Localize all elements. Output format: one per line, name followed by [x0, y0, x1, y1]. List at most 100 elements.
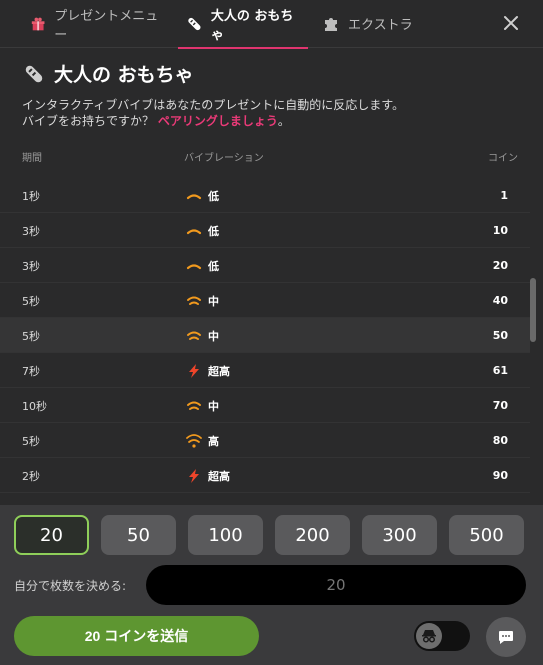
table-row[interactable]: 3秒 低 10 [0, 213, 530, 248]
row-vibration: 低 [186, 248, 219, 283]
tab-adult-toys[interactable]: 大人の おもちゃ [178, 0, 308, 49]
custom-amount-input[interactable] [146, 565, 526, 605]
description: インタラクティブバイブはあなたのプレゼントに自動的に反応します。 バイブをお持ち… [22, 97, 523, 129]
row-duration: 5秒 [22, 294, 40, 308]
lightning-icon [189, 363, 199, 378]
custom-amount-label: 自分で枚数を決める: [14, 578, 127, 593]
chat-button[interactable] [486, 617, 526, 657]
table-row[interactable]: 3秒 低 20 [0, 248, 530, 283]
tab-gift-menu-label: プレゼントメニュー [54, 8, 159, 43]
amount-option[interactable]: 20 [14, 515, 89, 555]
table-header: 期間 バイブレーション コイン [0, 140, 530, 170]
toggle-knob [416, 623, 442, 649]
header-coins: コイン [488, 153, 518, 164]
tab-extra[interactable]: エクストラ [318, 0, 458, 48]
tab-bar: プレゼントメニュー 大人の おもちゃ エクストラ [0, 0, 543, 49]
row-duration: 7秒 [22, 364, 40, 378]
medium-wave-icon [187, 331, 201, 340]
close-icon [504, 16, 518, 30]
low-wave-icon [186, 193, 202, 199]
chat-icon [499, 631, 513, 644]
row-vibration-level: 低 [208, 259, 219, 273]
incognito-icon [422, 630, 436, 643]
amount-options: 20 50 100 200 300 500 [14, 515, 536, 555]
row-vibration: 低 [186, 178, 219, 213]
gift-box-icon [31, 17, 45, 30]
title-row: 大人の おもちゃ [22, 60, 523, 87]
row-vibration-level: 低 [208, 224, 219, 238]
row-coins: 90 [492, 469, 508, 482]
medium-wave-icon [187, 296, 201, 305]
row-duration: 2秒 [22, 469, 40, 483]
row-vibration-level: 中 [208, 399, 219, 413]
header-duration: 期間 [22, 153, 42, 164]
row-coins: 80 [492, 434, 508, 447]
amount-option[interactable]: 500 [449, 515, 524, 555]
row-vibration: 低 [186, 213, 219, 248]
amount-option[interactable]: 100 [188, 515, 263, 555]
custom-amount-row: 自分で枚数を決める: [14, 565, 526, 605]
header: 大人の おもちゃ インタラクティブバイブはあなたのプレゼントに自動的に反応します… [22, 60, 523, 129]
table-body: 1秒低 1 3秒低 10 3秒低 20 5秒中 40 5秒中 50 7秒 超高 61 10秒中 70 5秒高 8… [0, 178, 530, 504]
row-vibration: 中 [186, 388, 219, 423]
row-coins: 40 [492, 294, 508, 307]
amount-option[interactable]: 200 [275, 515, 350, 555]
row-vibration: 中 [186, 318, 219, 353]
puzzle-piece-icon [325, 17, 337, 31]
row-vibration-level: 高 [208, 434, 219, 448]
description-line-1: インタラクティブバイブはあなたのプレゼントに自動的に反応します。 [22, 98, 405, 112]
scrollbar[interactable] [530, 178, 536, 504]
row-duration: 3秒 [22, 259, 40, 273]
tab-extra-label: エクストラ [348, 18, 413, 33]
table-row[interactable]: 5秒 中 50 [0, 318, 530, 353]
low-wave-icon [186, 228, 202, 234]
high-wave-icon [186, 433, 202, 448]
lightning-icon [189, 468, 199, 483]
low-wave-icon [186, 263, 202, 269]
close-button[interactable] [501, 14, 521, 34]
row-duration: 5秒 [22, 434, 40, 448]
row-duration: 5秒 [22, 329, 40, 343]
row-vibration: 超高 [186, 458, 230, 493]
table-row[interactable]: 2秒 超高 90 [0, 458, 530, 493]
tab-gift-menu[interactable]: プレゼントメニュー [20, 0, 170, 48]
row-duration: 3秒 [22, 224, 40, 238]
row-vibration-level: 低 [208, 189, 219, 203]
row-vibration-level: 超高 [208, 469, 230, 483]
table-row[interactable]: 5秒 高 80 [0, 423, 530, 458]
amount-option[interactable]: 300 [362, 515, 437, 555]
header-vibration: バイブレーション [184, 153, 264, 164]
medium-wave-icon [187, 401, 201, 410]
row-coins: 70 [492, 399, 508, 412]
pair-link[interactable]: ペアリングしましょう [158, 114, 278, 128]
row-coins: 61 [492, 364, 508, 377]
send-panel: 20 50 100 200 300 500 自分で枚数を決める: 20 コインを送信 [0, 505, 543, 665]
vibrator-icon [25, 65, 43, 82]
row-vibration: 高 [186, 423, 219, 458]
row-vibration-level: 中 [208, 294, 219, 308]
row-duration: 1秒 [22, 189, 40, 203]
table-row[interactable]: 10秒 中 70 [0, 388, 530, 423]
row-vibration: 超高 [186, 353, 230, 388]
table-row[interactable]: 7秒 超高 61 [0, 353, 530, 388]
description-suffix: 。 [277, 114, 290, 128]
table-row[interactable]: 1秒 低 1 [0, 178, 530, 213]
send-coins-button[interactable]: 20 コインを送信 [14, 616, 259, 656]
row-coins: 50 [492, 329, 508, 342]
description-line-2: バイブをお持ちですか？ ペアリングしましょう。 [22, 113, 523, 129]
page-title: 大人の おもちゃ [54, 64, 194, 86]
row-coins: 10 [492, 224, 508, 237]
row-coins: 20 [492, 259, 508, 272]
vibrator-icon [188, 17, 201, 30]
row-vibration-level: 中 [208, 329, 219, 343]
anonymous-toggle[interactable] [414, 621, 470, 651]
scroll-thumb[interactable] [530, 278, 536, 342]
table-row[interactable]: 5秒 中 40 [0, 283, 530, 318]
row-vibration-level: 超高 [208, 364, 230, 378]
tab-adult-toys-label: 大人の おもちゃ [210, 8, 294, 43]
row-duration: 10秒 [22, 399, 47, 413]
row-coins: 1 [500, 189, 508, 202]
amount-option[interactable]: 50 [101, 515, 176, 555]
row-vibration: 中 [186, 283, 219, 318]
description-prefix: バイブをお持ちですか？ [22, 114, 158, 128]
